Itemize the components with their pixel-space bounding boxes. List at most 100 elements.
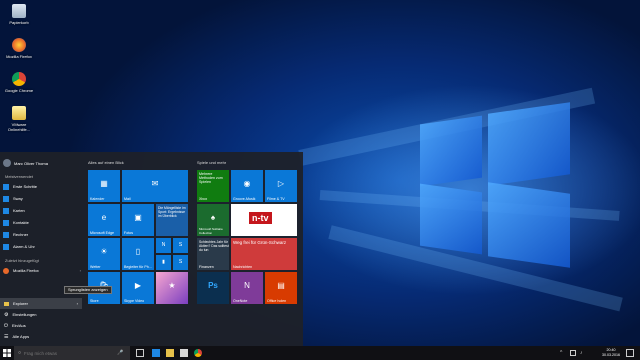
search-box[interactable]: ○ 🎤 xyxy=(14,346,130,360)
app-item-erste-schritte[interactable]: Erste Schritte xyxy=(3,182,81,191)
tile-edge[interactable]: e Microsoft Edge xyxy=(88,204,120,236)
chevron-right-icon[interactable]: › xyxy=(77,301,78,306)
start-menu-app-list: Marc Oliver Thoma Meistverwendet Erste S… xyxy=(0,152,82,346)
tile-kalender[interactable]: ▦ Kalender xyxy=(88,170,120,202)
app-item-rechner[interactable]: Rechner xyxy=(3,230,81,239)
power-button[interactable]: ⏻ Ein/Aus xyxy=(0,320,82,331)
firefox-icon xyxy=(3,267,9,274)
tile-onenote[interactable]: N OneNote xyxy=(231,272,263,304)
app-item-alarm[interactable]: Alarm & Uhr xyxy=(3,242,81,251)
alarm-icon xyxy=(3,243,9,250)
gear-icon: ⚙ xyxy=(4,311,9,318)
taskbar: ○ 🎤 ^ ♪ 20:40 30.03.2016 xyxy=(0,346,640,360)
phone-companion-icon: ▯ xyxy=(135,246,141,256)
folder-icon[interactable] xyxy=(166,349,174,357)
tile-fotos[interactable]: ▣ Fotos xyxy=(122,204,154,236)
task-view-icon[interactable] xyxy=(136,349,144,357)
tile-groove[interactable]: ◉ Groove-Musik xyxy=(231,170,263,202)
user-account[interactable]: Marc Oliver Thoma xyxy=(3,158,48,168)
desktop-icon-recycle-bin[interactable]: Papierkorb xyxy=(2,4,36,25)
tile-xbox[interactable]: Mehrere Methoden zum Spielen Xbox xyxy=(197,170,229,202)
jumplist-tooltip: Sprunglisten anzeigen xyxy=(64,286,112,294)
desktop-icon-chrome[interactable]: Google Chrome xyxy=(2,72,36,93)
calendar-icon: ▦ xyxy=(100,178,108,188)
power-icon: ⏻ xyxy=(4,322,8,329)
sway-icon: S xyxy=(178,259,183,265)
start-button[interactable] xyxy=(0,346,14,360)
notification-icon[interactable] xyxy=(626,349,634,357)
recent-heading: Zuletzt hinzugefügt xyxy=(5,258,39,263)
settings-button[interactable]: ⚙ Einstellungen xyxy=(0,309,82,320)
maps-icon xyxy=(3,207,9,214)
phone-icon: ▮ xyxy=(162,259,165,265)
tile-filme[interactable]: ▷ Filme & TV xyxy=(265,170,297,202)
tile-small-onenote[interactable]: N xyxy=(156,238,171,253)
tile-begleiter[interactable]: ▯ Begleiter für Ph... xyxy=(122,238,154,270)
video-icon: ▶ xyxy=(134,280,142,290)
window-logo-pane xyxy=(488,182,570,268)
tile-nachrichten[interactable]: Weg frei für Grün-Schwarz Nachrichten xyxy=(231,238,297,270)
tile-photoshop[interactable]: Ps xyxy=(197,272,229,304)
tile-mail[interactable]: ✉ Mail xyxy=(122,170,188,202)
weather-icon: ☀ xyxy=(100,246,108,256)
mail-icon: ✉ xyxy=(151,178,159,188)
onenote-icon: N xyxy=(244,280,250,290)
all-apps-button[interactable]: ☰ Alle Apps xyxy=(0,331,82,342)
search-input[interactable] xyxy=(24,350,115,356)
recycle-bin-icon xyxy=(12,4,26,18)
lightbulb-icon xyxy=(3,183,9,190)
desktop-icon-vmware-help[interactable]: VMware Onlinehilfe... xyxy=(2,106,36,132)
onenote-icon: N xyxy=(161,242,166,248)
user-name: Marc Oliver Thoma xyxy=(14,160,48,166)
app-item-firefox[interactable]: Mozilla Firefox › xyxy=(3,266,81,275)
tile-office[interactable]: ▤ Office holen xyxy=(265,272,297,304)
candy-icon: ★ xyxy=(168,280,176,290)
microphone-icon[interactable]: 🎤 xyxy=(117,350,123,356)
people-icon xyxy=(3,219,9,226)
search-icon: ○ xyxy=(18,350,22,356)
calculator-icon xyxy=(3,231,9,238)
store-icon[interactable] xyxy=(180,349,188,357)
desktop-icon-firefox[interactable]: Mozilla Firefox xyxy=(2,38,36,59)
most-used-heading: Meistverwendet xyxy=(5,174,34,179)
vmware-help-icon xyxy=(12,106,26,120)
tile-solitaire[interactable]: ♠ Microsoft Solitaire Collection xyxy=(197,204,229,236)
sway-icon xyxy=(3,195,9,202)
edge-icon[interactable] xyxy=(152,349,160,357)
cards-icon: ♠ xyxy=(210,212,216,222)
tile-small-translator[interactable]: ▮ xyxy=(156,255,171,270)
edge-icon: e xyxy=(101,212,107,222)
office-icon: ▤ xyxy=(277,280,285,290)
tile-ntv[interactable]: n-tv xyxy=(231,204,297,236)
tile-candy-crush[interactable]: ★ xyxy=(156,272,188,304)
avatar xyxy=(3,159,11,167)
chevron-right-icon[interactable]: › xyxy=(80,268,81,273)
clock[interactable]: 20:40 30.03.2016 xyxy=(602,348,620,357)
volume-icon[interactable]: ♪ xyxy=(580,350,586,356)
app-item-kontakte[interactable]: Kontakte xyxy=(3,218,81,227)
photos-icon: ▣ xyxy=(134,212,142,222)
skype-icon: S xyxy=(178,242,183,248)
tile-news-live[interactable]: Die Mängelliste im Sport: Ergebnisse im … xyxy=(156,204,188,236)
list-icon: ☰ xyxy=(4,333,9,340)
chevron-up-icon[interactable]: ^ xyxy=(560,350,565,356)
tile-finanzen[interactable]: Schlechtes Jahr für Aktien? Das solltest… xyxy=(197,238,229,270)
network-icon[interactable] xyxy=(570,350,576,356)
chrome-icon[interactable] xyxy=(194,349,202,357)
tile-wetter[interactable]: ☀ Wetter xyxy=(88,238,120,270)
app-item-sway[interactable]: Sway xyxy=(3,194,81,203)
app-item-karten[interactable]: Karten xyxy=(3,206,81,215)
window-logo-pane xyxy=(420,115,482,187)
window-logo-pane xyxy=(420,183,482,255)
clock-date: 30.03.2016 xyxy=(602,352,620,357)
start-menu: Marc Oliver Thoma Meistverwendet Erste S… xyxy=(0,152,303,346)
group-title-overview: Alles auf einen Blick xyxy=(88,160,124,165)
folder-icon xyxy=(4,301,9,306)
group-title-games: Spiele und mehr xyxy=(197,160,227,165)
tile-skype-video[interactable]: ▶ Skype Video xyxy=(122,272,154,304)
tile-small-skype[interactable]: S xyxy=(173,238,188,253)
explorer-button[interactable]: Explorer › xyxy=(0,298,82,309)
window-logo-pane xyxy=(488,102,570,186)
tile-small-sway[interactable]: S xyxy=(173,255,188,270)
chrome-icon xyxy=(12,72,26,86)
